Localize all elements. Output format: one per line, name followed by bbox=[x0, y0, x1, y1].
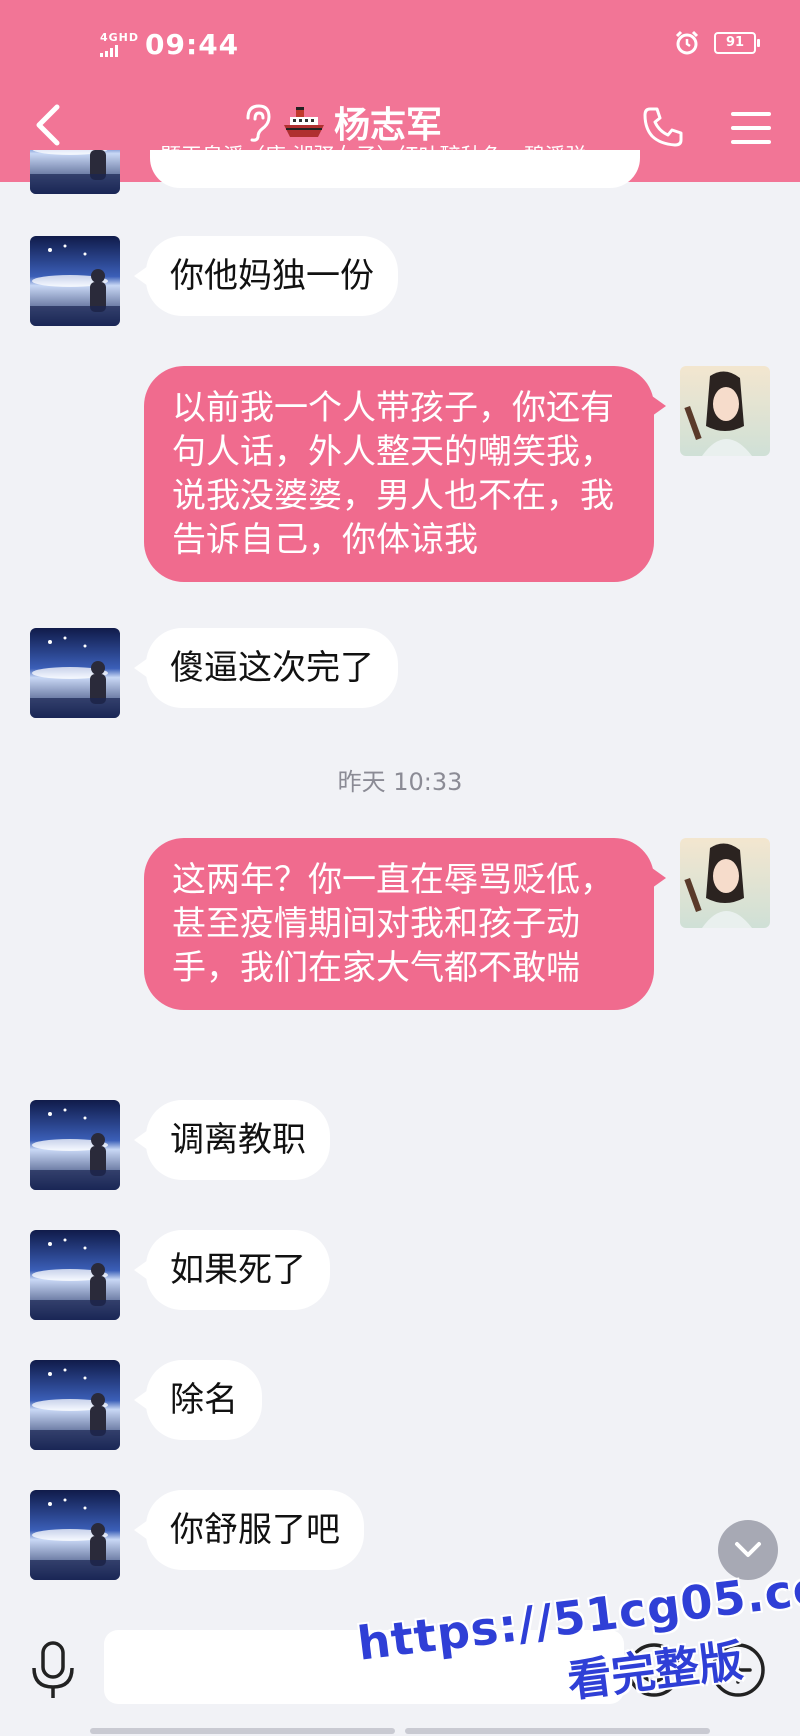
message-bubble[interactable]: 以前我一个人带孩子，你还有句人话，外人整天的嘲笑我，说我没婆婆，男人也不在，我告… bbox=[144, 366, 666, 582]
status-bar-left: 4GHD 09:44 bbox=[100, 28, 239, 61]
message-bubble[interactable]: 调离教职 bbox=[134, 1100, 330, 1180]
message-row: 傻逼这次完了 bbox=[30, 628, 398, 718]
avatar[interactable] bbox=[30, 1360, 120, 1450]
message-bubble[interactable]: 如果死了 bbox=[134, 1230, 330, 1310]
message-bubble[interactable]: 傻逼这次完了 bbox=[134, 628, 398, 708]
back-button[interactable] bbox=[28, 100, 68, 150]
phone-icon bbox=[643, 107, 683, 147]
menu-icon bbox=[731, 112, 771, 144]
message-bubble-partial[interactable] bbox=[150, 150, 640, 188]
alarm-icon bbox=[675, 30, 699, 55]
message-row: 这两年？你一直在辱骂贬低，甚至疫情期间对我和孩子动手，我们在家大气都不敢喘 bbox=[144, 838, 770, 1010]
menu-button[interactable] bbox=[730, 108, 772, 148]
avatar[interactable] bbox=[30, 628, 120, 718]
avatar[interactable] bbox=[30, 236, 120, 326]
call-button[interactable] bbox=[640, 104, 686, 150]
chevron-left-icon bbox=[36, 104, 60, 146]
avatar[interactable] bbox=[30, 1230, 120, 1320]
message-row: 如果死了 bbox=[30, 1230, 330, 1320]
network-type-label: 4GHD bbox=[100, 31, 140, 44]
time-separator: 昨天 10:33 bbox=[337, 768, 463, 796]
chevron-down-icon bbox=[735, 1542, 761, 1557]
signal-icon bbox=[100, 45, 118, 57]
avatar-partial[interactable] bbox=[30, 150, 120, 194]
network-indicator: 4GHD bbox=[100, 32, 139, 57]
status-time: 09:44 bbox=[145, 28, 240, 61]
voice-button[interactable] bbox=[28, 1640, 78, 1702]
avatar[interactable] bbox=[30, 1100, 120, 1190]
ear-icon bbox=[246, 104, 271, 142]
message-row: 除名 bbox=[30, 1360, 262, 1450]
avatar[interactable] bbox=[680, 838, 770, 928]
status-bar-right: 91 bbox=[674, 30, 760, 56]
message-bubble[interactable]: 这两年？你一直在辱骂贬低，甚至疫情期间对我和孩子动手，我们在家大气都不敢喘 bbox=[144, 838, 666, 1010]
microphone-icon bbox=[32, 1641, 74, 1698]
message-row: 调离教职 bbox=[30, 1100, 330, 1190]
message-row: 你他妈独一份 bbox=[30, 236, 398, 326]
message-row: 你舒服了吧 bbox=[30, 1490, 364, 1580]
message-bubble[interactable]: 你舒服了吧 bbox=[134, 1490, 364, 1570]
ship-icon bbox=[284, 107, 324, 137]
avatar[interactable] bbox=[680, 366, 770, 456]
message-row: 以前我一个人带孩子，你还有句人话，外人整天的嘲笑我，说我没婆婆，男人也不在，我告… bbox=[144, 366, 770, 582]
avatar[interactable] bbox=[30, 1490, 120, 1580]
message-bubble[interactable]: 你他妈独一份 bbox=[134, 236, 398, 316]
battery-icon: 91 bbox=[714, 32, 760, 54]
message-bubble[interactable]: 除名 bbox=[134, 1360, 262, 1440]
